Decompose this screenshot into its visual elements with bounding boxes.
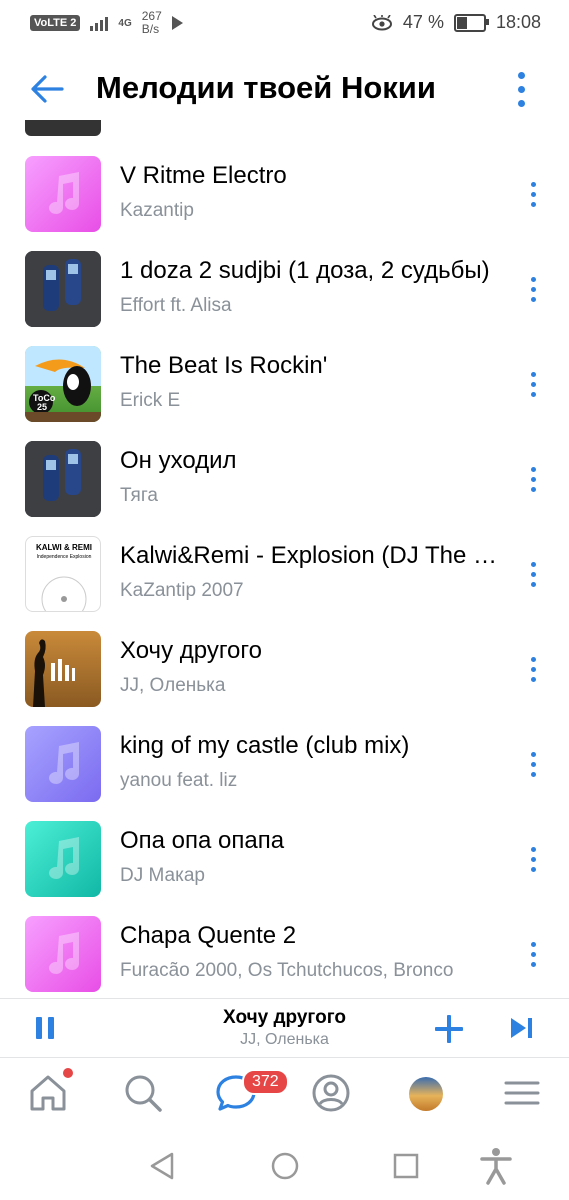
- nav-recents-icon[interactable]: [392, 1152, 420, 1180]
- track-title: Kalwi&Remi - Explosion (DJ The Bass Remi…: [120, 542, 500, 569]
- track-title: V Ritme Electro: [120, 162, 287, 189]
- nav-home-icon[interactable]: [270, 1151, 300, 1181]
- network-type: 4G: [118, 17, 132, 29]
- track-cover: [25, 821, 101, 897]
- bottom-tab-bar: 372: [0, 1057, 569, 1135]
- mini-player[interactable]: Хочу другого JJ, Оленька: [0, 998, 569, 1058]
- track-cover: [25, 251, 101, 327]
- track-row[interactable]: Он уходил Тяга: [0, 441, 569, 536]
- track-artist: Тяга: [120, 485, 158, 506]
- track-menu-icon[interactable]: [524, 748, 544, 784]
- status-right: 47 % 18:08: [371, 12, 541, 33]
- net-speed: 267 B/s: [141, 9, 162, 36]
- partial-cover: [25, 120, 101, 136]
- track-artist: JJ, Оленька: [120, 675, 226, 696]
- music-note-icon: [49, 742, 79, 784]
- media-playing-icon: [171, 16, 183, 30]
- signal-icon: [90, 15, 109, 31]
- battery-percent: 47 %: [402, 12, 444, 32]
- track-title: 1 doza 2 sudjbi (1 доза, 2 судьбы): [120, 257, 490, 284]
- track-cover: ToCo 25: [25, 346, 101, 422]
- volte-badge: VoLTE 2: [30, 15, 81, 31]
- player-artist: JJ, Оленька: [240, 1031, 329, 1048]
- status-bar: VoLTE 2 4G 267 B/s 47 % 18:08: [0, 0, 569, 48]
- track-cover: [25, 916, 101, 992]
- back-arrow-icon[interactable]: [30, 74, 64, 104]
- vinyl-image: [41, 576, 87, 611]
- hamburger-menu-icon[interactable]: [500, 1071, 544, 1115]
- track-menu-icon[interactable]: [524, 843, 544, 879]
- music-note-icon: [49, 172, 79, 214]
- home-icon[interactable]: [26, 1071, 70, 1115]
- track-list: V Ritme Electro Kazantip 1 doza 2 sudjbi…: [0, 120, 569, 998]
- track-row[interactable]: Опа опа опапа DJ Макар: [0, 821, 569, 916]
- track-title: The Beat Is Rockin': [120, 352, 328, 379]
- track-menu-icon[interactable]: [524, 178, 544, 214]
- page-title: Мелодии твоей Нокии: [96, 70, 436, 105]
- player-title: Хочу другого: [223, 1007, 346, 1028]
- battery-icon: [453, 13, 489, 32]
- track-menu-icon[interactable]: [524, 653, 544, 689]
- track-title: Хочу другого: [120, 637, 262, 664]
- track-cover: [25, 631, 101, 707]
- music-note-icon: [49, 932, 79, 974]
- track-artist: Effort ft. Alisa: [120, 295, 232, 316]
- notification-dot: [63, 1068, 73, 1078]
- equalizer-icon: [51, 659, 75, 681]
- track-cover: KALWI & REMI Independence Explosion: [25, 536, 101, 612]
- accessibility-icon[interactable]: [480, 1147, 512, 1185]
- system-nav-bar: [0, 1135, 569, 1200]
- track-menu-icon[interactable]: [524, 368, 544, 404]
- music-note-icon: [49, 837, 79, 879]
- track-menu-icon[interactable]: [524, 273, 544, 309]
- nokia-phones-image: [25, 251, 101, 327]
- track-row[interactable]: ToCo 25 The Beat Is Rockin' Erick E: [0, 346, 569, 441]
- search-icon[interactable]: [121, 1071, 165, 1115]
- nokia-phones-image: [25, 441, 101, 517]
- track-artist: Erick E: [120, 390, 181, 411]
- track-artist: Furacão 2000, Os Tchutchucos, Bronco: [120, 960, 454, 981]
- track-menu-icon[interactable]: [524, 463, 544, 499]
- more-menu-icon[interactable]: [512, 72, 532, 108]
- track-title: Он уходил: [120, 447, 237, 474]
- track-cover: [25, 156, 101, 232]
- track-row[interactable]: king of my castle (club mix) yanou feat.…: [0, 726, 569, 821]
- clock: 18:08: [495, 12, 541, 32]
- track-cover: [25, 441, 101, 517]
- next-track-icon[interactable]: [511, 1018, 533, 1038]
- track-artist: KaZantip 2007: [120, 580, 244, 601]
- track-menu-icon[interactable]: [524, 938, 544, 974]
- track-title: Chapa Quente 2: [120, 922, 297, 949]
- track-row[interactable]: V Ritme Electro Kazantip: [0, 156, 569, 251]
- track-row[interactable]: Chapa Quente 2 Furacão 2000, Os Tchutchu…: [0, 916, 569, 998]
- status-left: VoLTE 2 4G 267 B/s: [30, 10, 183, 36]
- track-row[interactable]: 1 doza 2 sudjbi (1 доза, 2 судьбы) Effor…: [0, 251, 569, 346]
- track-artist: yanou feat. liz: [120, 770, 238, 791]
- track-title: Опа опа опапа: [120, 827, 285, 854]
- profile-icon[interactable]: [309, 1071, 353, 1115]
- track-title: king of my castle (club mix): [120, 732, 410, 759]
- eye-comfort-icon: [371, 14, 392, 30]
- track-menu-icon[interactable]: [524, 558, 544, 594]
- avatar[interactable]: [409, 1077, 443, 1111]
- nav-back-icon[interactable]: [148, 1151, 176, 1181]
- app-header: Мелодии твоей Нокии: [0, 60, 569, 120]
- add-track-icon[interactable]: [435, 1015, 463, 1043]
- track-cover: [25, 726, 101, 802]
- track-row-playing[interactable]: Хочу другого JJ, Оленька: [0, 631, 569, 726]
- track-row[interactable]: KALWI & REMI Independence Explosion Kalw…: [0, 536, 569, 631]
- messages-badge: 372: [242, 1069, 289, 1095]
- track-artist: DJ Макар: [120, 865, 205, 886]
- track-artist: Kazantip: [120, 200, 194, 221]
- cover-logo: ToCo 25: [33, 393, 56, 412]
